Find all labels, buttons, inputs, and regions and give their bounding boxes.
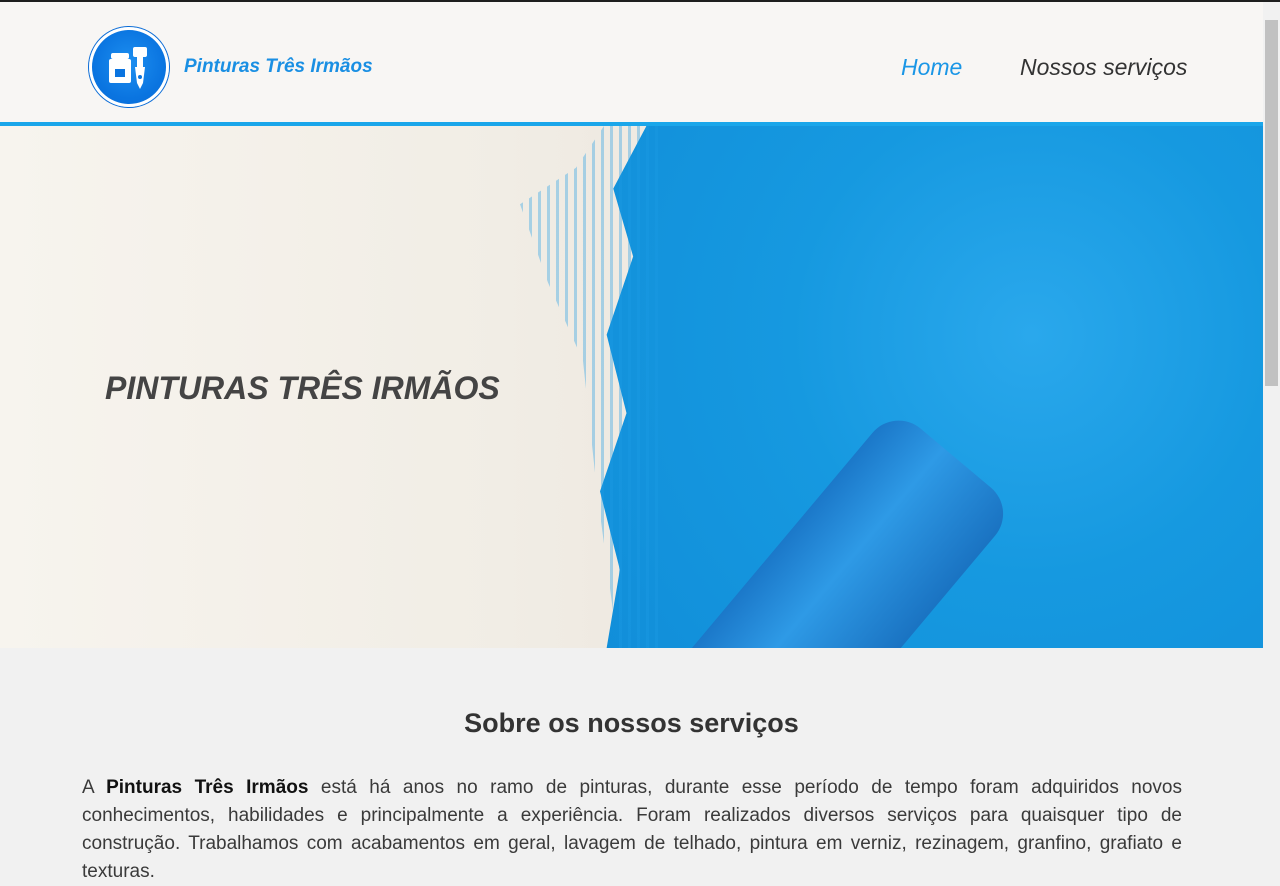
nav-services[interactable]: Nossos serviços bbox=[1020, 54, 1187, 81]
site-header: Pinturas Três Irmãos Home Nossos serviço… bbox=[0, 2, 1263, 126]
page-scrollbar[interactable] bbox=[1263, 2, 1280, 884]
about-title: Sobre os nossos serviços bbox=[464, 708, 799, 738]
brand-name[interactable]: Pinturas Três Irmãos bbox=[184, 56, 373, 78]
paint-bucket-brush-icon bbox=[109, 47, 147, 89]
about-brand: Pinturas Três Irmãos bbox=[106, 777, 309, 798]
about-lead: A bbox=[82, 777, 107, 798]
nav-home[interactable]: Home bbox=[901, 54, 962, 81]
logo[interactable] bbox=[89, 27, 169, 107]
paint-strokes bbox=[520, 126, 660, 648]
hero-banner: PINTURAS TRÊS IRMÃOS bbox=[0, 126, 1263, 648]
about-description: A Pinturas Três Irmãos está há anos no r… bbox=[82, 774, 1182, 886]
hero-title: PINTURAS TRÊS IRMÃOS bbox=[105, 370, 500, 406]
scrollbar-thumb[interactable] bbox=[1265, 20, 1278, 386]
